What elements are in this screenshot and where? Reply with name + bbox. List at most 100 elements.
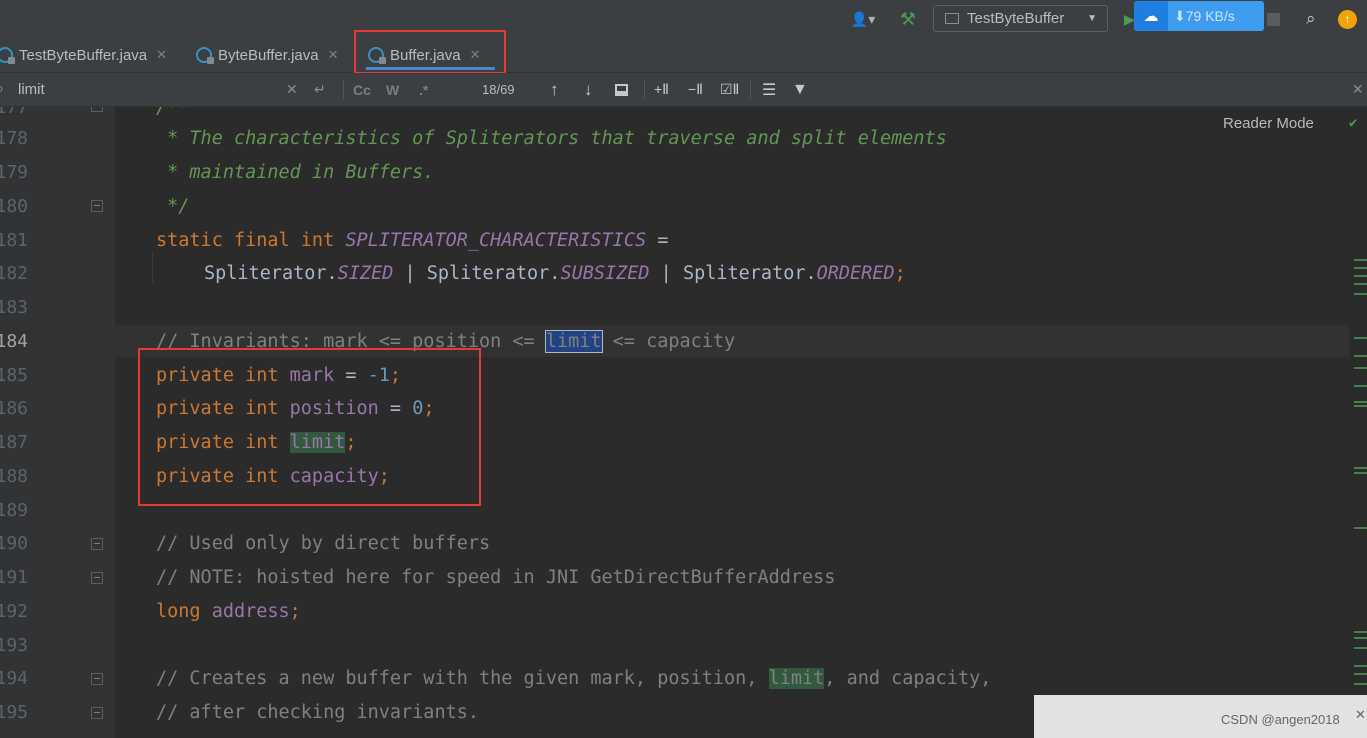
java-class-icon [196, 47, 214, 64]
fold-icon[interactable] [91, 200, 103, 212]
line-number: 180 [0, 196, 28, 217]
match-count: 18/69 [482, 82, 515, 97]
scroll-marker [1354, 665, 1367, 667]
code-line: // NOTE: hoisted here for speed in JNI G… [156, 567, 836, 588]
select-all-occurrences-icon[interactable]: ☑Ⅱ [720, 73, 739, 106]
annotation-box-code [138, 348, 481, 506]
annotation-box-tab [354, 30, 506, 74]
divider [750, 80, 751, 99]
scroll-marker [1354, 631, 1367, 633]
scroll-marker [1354, 293, 1367, 295]
fold-icon[interactable] [91, 707, 103, 719]
scroll-marker [1354, 259, 1367, 261]
divider [644, 80, 645, 99]
match-case-toggle[interactable]: Cc [353, 73, 371, 106]
tab-bytebuffer[interactable]: ByteBuffer.java ✕ [196, 38, 339, 72]
reader-mode-button[interactable]: Reader Mode [1223, 115, 1314, 132]
code-line: // after checking invariants. [156, 702, 480, 723]
line-number: 189 [0, 500, 28, 521]
scroll-marker [1354, 637, 1367, 639]
clear-icon[interactable]: ✕ [286, 73, 298, 106]
editor-tab-bar: TestByteBuffer.java ✕ ByteBuffer.java ✕ … [0, 38, 1367, 73]
tab-label: TestByteBuffer.java [19, 46, 148, 64]
line-number: 193 [0, 635, 28, 656]
code-line: Spliterator.SIZED | Spliterator.SUBSIZED… [204, 263, 906, 284]
scroll-marker [1354, 472, 1367, 474]
scroll-marker [1354, 275, 1367, 277]
fold-icon[interactable] [91, 673, 103, 685]
words-toggle[interactable]: W [386, 73, 399, 106]
fold-icon[interactable] [91, 107, 103, 112]
network-speed-widget[interactable]: ☁ ⬇ 79 KB/s [1134, 1, 1264, 31]
fold-icon[interactable] [91, 538, 103, 550]
stop-icon[interactable] [1267, 0, 1280, 38]
check-icon: ✔ [1349, 115, 1358, 131]
indent-guide [152, 251, 153, 283]
newline-icon[interactable]: ↵ [314, 73, 326, 106]
tab-label: ByteBuffer.java [218, 46, 319, 64]
close-icon[interactable]: ✕ [1355, 707, 1366, 723]
code-line: * The characteristics of Spliterators th… [156, 128, 947, 149]
build-hammer-icon[interactable]: ⚒ [897, 0, 919, 38]
scroll-marker [1354, 385, 1367, 387]
regex-toggle[interactable]: .* [419, 73, 428, 106]
line-number: 185 [0, 365, 28, 386]
scroll-marker [1354, 367, 1367, 369]
user-dropdown-icon[interactable]: 👤▾ [843, 0, 883, 38]
main-toolbar: 👤▾ ⚒ TestByteBuffer ▼ ▶ ☁ ⬇ 79 KB/s ⌕ ↑ [0, 0, 1367, 38]
code-line: long address; [156, 601, 301, 622]
code-line: // Creates a new buffer with the given m… [156, 668, 992, 689]
line-number: 178 [0, 128, 28, 149]
line-number: 194 [0, 668, 28, 689]
line-number: 187 [0, 432, 28, 453]
line-number: 183 [0, 297, 28, 318]
scroll-marker [1354, 673, 1367, 675]
run-config-select[interactable]: TestByteBuffer ▼ [933, 5, 1108, 32]
network-speed-value: 79 KB/s [1185, 8, 1235, 24]
fold-icon[interactable] [91, 572, 103, 584]
code-editor[interactable]: 177 178 179 180 181 182 183 184 185 186 … [0, 107, 1367, 738]
scroll-marker [1354, 283, 1367, 285]
line-number-current: 184 [0, 331, 28, 352]
add-occurrence-icon[interactable]: +Ⅱ [654, 73, 669, 106]
chevron-down-icon: ▼ [1087, 13, 1097, 24]
java-class-icon [0, 47, 15, 64]
code-line: // Used only by direct buffers [156, 533, 491, 554]
close-icon[interactable]: ✕ [1352, 73, 1364, 106]
find-bar: ⌕ ✕ ↵ Cc W .* 18/69 ↑ ↓ +Ⅱ −Ⅱ ☑Ⅱ ☰ ▼ ✕ [0, 73, 1367, 107]
line-number: 179 [0, 162, 28, 183]
search-icon: ⌕ [0, 80, 4, 97]
arrow-up-icon[interactable]: ↑ [550, 73, 559, 106]
scroll-marker [1354, 405, 1367, 407]
search-match: limit [768, 668, 825, 689]
filter-icon[interactable]: ▼ [792, 73, 808, 106]
line-number: 182 [0, 263, 28, 284]
code-line: static final int SPLITERATOR_CHARACTERIS… [156, 230, 669, 251]
watermark-text: CSDN @angen2018 [1221, 712, 1340, 727]
code-line: // [156, 730, 178, 738]
scroll-marker [1354, 401, 1367, 403]
cloud-sync-icon: ☁ [1134, 1, 1168, 31]
line-number: 181 [0, 230, 28, 251]
code-line: */ [156, 196, 190, 217]
run-config-icon [945, 13, 959, 24]
scroll-marker [1354, 467, 1367, 469]
run-config-label: TestByteBuffer [967, 10, 1065, 27]
remove-occurrence-icon[interactable]: −Ⅱ [688, 73, 703, 106]
filter-options-icon[interactable]: ☰ [762, 73, 776, 106]
search-icon[interactable]: ⌕ [1306, 0, 1316, 38]
scroll-marker [1354, 267, 1367, 269]
update-icon[interactable]: ↑ [1338, 0, 1357, 38]
line-number: 186 [0, 398, 28, 419]
tab-testbytebuffer[interactable]: TestByteBuffer.java ✕ [0, 38, 167, 72]
code-line: * maintained in Buffers. [156, 162, 435, 183]
divider [343, 80, 344, 99]
close-icon[interactable]: ✕ [328, 47, 339, 63]
open-in-window-icon[interactable] [615, 73, 628, 106]
line-number: 192 [0, 601, 28, 622]
find-input[interactable] [18, 78, 278, 100]
close-icon[interactable]: ✕ [156, 47, 167, 63]
scroll-marker [1354, 527, 1367, 529]
search-match-current: limit [544, 330, 603, 353]
arrow-down-icon[interactable]: ↓ [584, 73, 593, 106]
